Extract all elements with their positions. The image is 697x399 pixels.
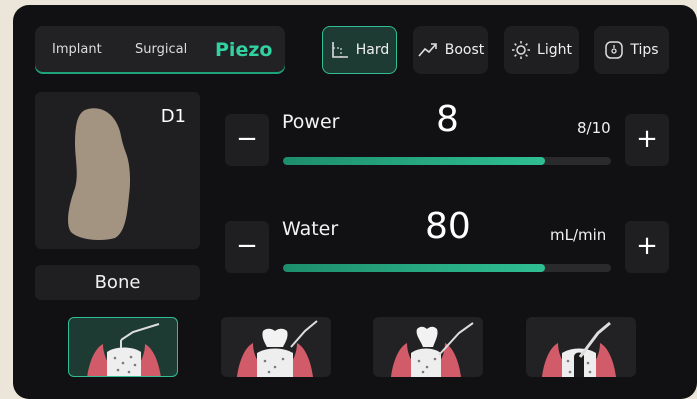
hard-label: Hard — [355, 42, 390, 58]
power-increase-button[interactable]: + — [625, 114, 669, 166]
bone-osteotomy-icon — [87, 323, 161, 376]
water-increase-button[interactable]: + — [625, 221, 669, 273]
power-label: Power — [282, 111, 340, 133]
mode-selector: Implant Surgical Piezo — [35, 26, 285, 74]
boost-label: Boost — [444, 42, 485, 58]
root-separation-icon — [391, 322, 474, 377]
tips-label: Tips — [630, 42, 659, 58]
bone-density-card[interactable]: D1 — [35, 92, 200, 249]
tips-button[interactable]: Tips — [594, 26, 669, 74]
boost-button[interactable]: Boost — [413, 26, 488, 74]
sun-icon — [512, 41, 531, 59]
procedure-tooth-extraction[interactable] — [221, 317, 331, 377]
trend-up-icon — [418, 43, 437, 57]
power-slider-fill — [283, 157, 546, 165]
procedure-sinus-lift[interactable] — [526, 317, 636, 377]
water-unit: mL/min — [550, 226, 607, 244]
procedure-root-separation[interactable] — [373, 317, 483, 377]
density-label: D1 — [160, 106, 186, 127]
tooth-extraction-icon — [237, 320, 318, 377]
water-slider-fill — [283, 264, 546, 272]
water-value: 80 — [425, 206, 471, 247]
mode-surgical[interactable]: Surgical — [135, 26, 187, 74]
mode-implant[interactable]: Implant — [52, 26, 102, 74]
hard-axis-icon — [331, 42, 348, 58]
hard-button[interactable]: Hard — [322, 26, 397, 74]
light-label: Light — [537, 42, 572, 58]
power-level-text: 8/10 — [577, 119, 611, 137]
material-label[interactable]: Bone — [35, 265, 200, 300]
procedure-bone-osteotomy[interactable] — [68, 317, 178, 377]
light-button[interactable]: Light — [504, 26, 579, 74]
sinus-lift-icon — [542, 321, 616, 377]
tip-icon — [605, 41, 624, 59]
mode-piezo[interactable]: Piezo — [215, 26, 272, 74]
power-decrease-button[interactable]: − — [225, 114, 269, 166]
power-value: 8 — [436, 99, 459, 140]
power-slider[interactable] — [283, 157, 611, 165]
water-label: Water — [282, 218, 339, 240]
water-decrease-button[interactable]: − — [225, 221, 269, 273]
water-slider[interactable] — [283, 264, 611, 272]
